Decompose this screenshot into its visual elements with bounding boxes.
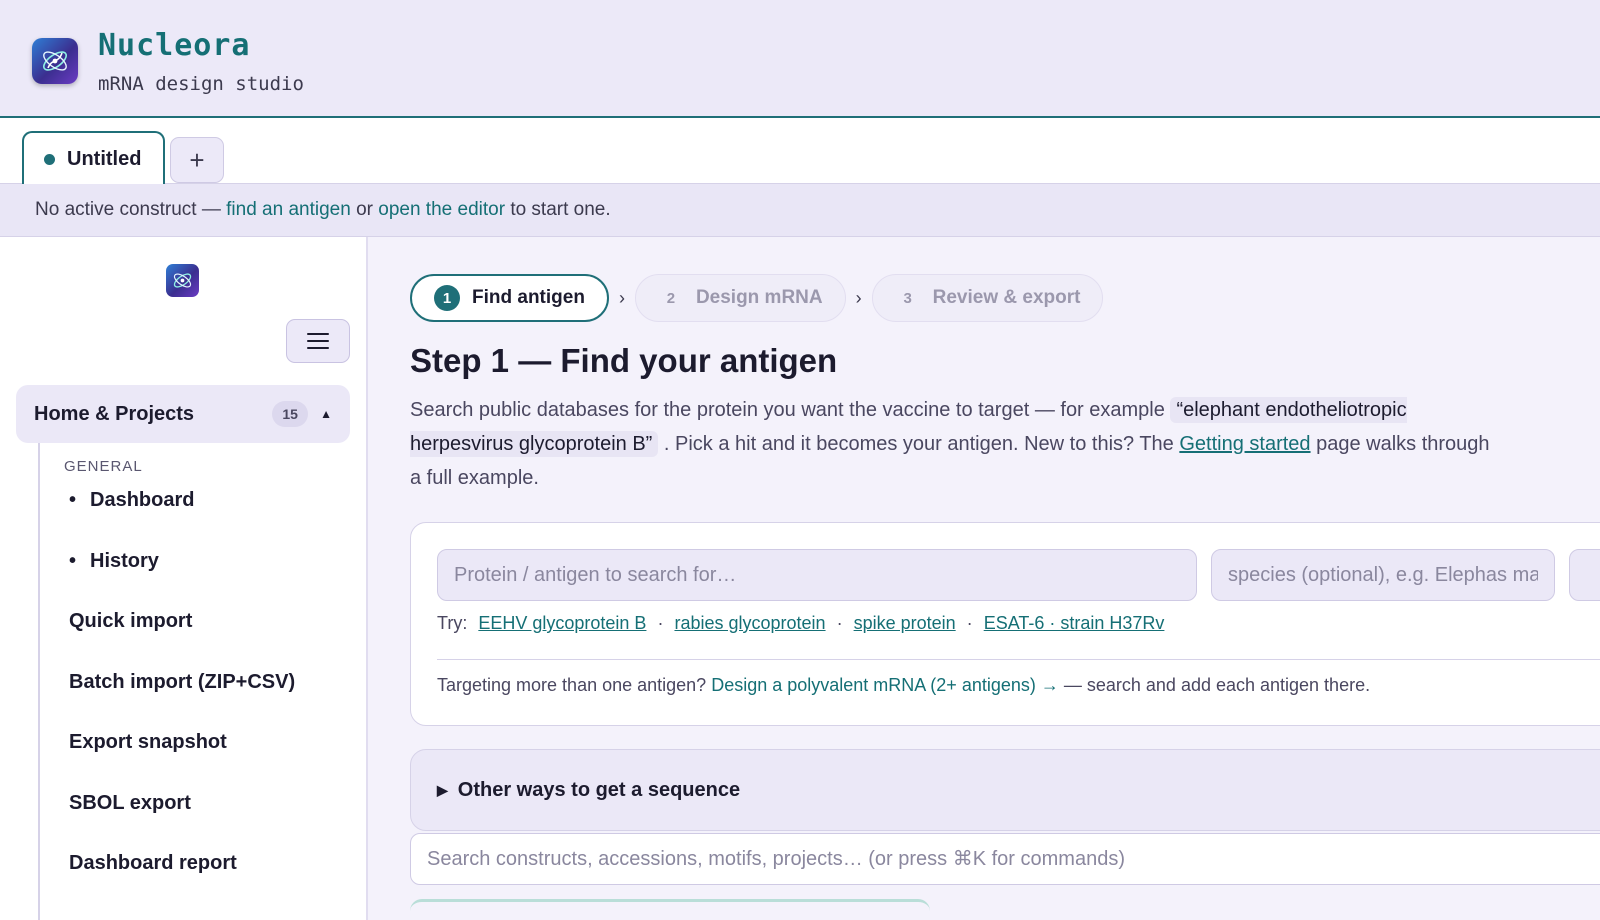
global-search-input[interactable]: [410, 833, 1600, 885]
menu-toggle-button[interactable]: [286, 319, 350, 363]
disclosure-triangle-icon: ▶: [437, 781, 448, 798]
getting-started-link[interactable]: Getting started: [1179, 433, 1310, 455]
sidebar-logo-icon[interactable]: [166, 264, 199, 297]
nav-group-label: GENERAL: [64, 458, 143, 475]
polyvalent-row: Targeting more than one antigen? Design …: [437, 675, 1370, 696]
suggestion-link[interactable]: rabies glycoprotein: [674, 613, 825, 633]
open-editor-link[interactable]: open the editor: [378, 199, 505, 221]
notice-bar: No active construct — find an antigen or…: [0, 184, 1600, 237]
intro-text: Search public databases for the protein …: [410, 393, 1500, 495]
sidebar-item-dashboard-report[interactable]: Dashboard report: [69, 852, 237, 875]
section-title: Home & Projects: [34, 402, 195, 425]
step-label: Review & export: [932, 287, 1081, 308]
app-tagline: mRNA design studio: [98, 73, 304, 95]
page-title: Step 1 — Find your antigen: [410, 342, 838, 379]
suggestion-separator: ·: [836, 613, 843, 633]
other-ways-label: Other ways to get a sequence: [457, 778, 741, 801]
step-design-mrna[interactable]: 2 Design mRNA: [634, 274, 846, 322]
step-number: 2: [666, 289, 676, 307]
unsaved-dot-icon: [44, 153, 55, 165]
step-number: 1: [434, 285, 460, 311]
sidebar-item-dashboard[interactable]: Dashboard: [69, 489, 194, 512]
intro-text-1: Search public databases for the protein …: [410, 399, 1171, 421]
poly-prefix: Targeting more than one antigen?: [437, 675, 712, 695]
step-separator-icon: ›: [618, 287, 625, 308]
protein-search-input[interactable]: [437, 549, 1197, 601]
find-antigen-link[interactable]: find an antigen: [226, 199, 351, 221]
step-number: 3: [903, 289, 912, 307]
sidebar-item-sbol-export[interactable]: SBOL export: [69, 792, 191, 815]
hamburger-icon: [307, 333, 329, 349]
sidebar-item-quick-import[interactable]: Quick import: [69, 610, 192, 633]
new-tab-button[interactable]: +: [170, 137, 224, 183]
polyvalent-link[interactable]: Design a polyvalent mRNA (2+ antigens) →: [711, 675, 1059, 695]
step-review-export[interactable]: 3 Review & export: [871, 274, 1104, 322]
search-submit-button[interactable]: [1569, 549, 1600, 601]
step-label: Find antigen: [472, 287, 585, 308]
sidebar: Home & Projects 15 ▲ GENERAL Dashboard H…: [0, 237, 368, 920]
main-content: 1 Find antigen › 2 Design mRNA › 3 Revie…: [370, 237, 1600, 920]
suggestion-link[interactable]: spike protein: [854, 613, 956, 633]
count-badge: 15: [272, 401, 309, 427]
tab-label: Untitled: [67, 147, 142, 170]
notice-suffix: to start one.: [510, 199, 611, 220]
species-input[interactable]: [1211, 549, 1555, 601]
suggestion-separator: ·: [657, 613, 664, 633]
poly-suffix: — search and add each antigen there.: [1058, 675, 1371, 695]
app-header: Nucleora mRNA design studio: [0, 0, 1600, 118]
sidebar-item-history[interactable]: History: [69, 550, 159, 573]
card-divider: [437, 659, 1600, 660]
step-separator-icon: ›: [855, 287, 862, 308]
try-label: Try:: [437, 613, 468, 633]
stepper: 1 Find antigen › 2 Design mRNA › 3 Revie…: [410, 273, 1104, 323]
sidebar-item-batch-import[interactable]: Batch import (ZIP+CSV): [69, 671, 295, 694]
section-home-projects[interactable]: Home & Projects 15 ▲: [16, 385, 350, 443]
step-find-antigen[interactable]: 1 Find antigen: [410, 274, 609, 322]
other-ways-disclosure[interactable]: ▶ Other ways to get a sequence: [410, 749, 1600, 831]
step-label: Design mRNA: [695, 287, 823, 308]
suggestion-link[interactable]: ESAT-6 · strain H37Rv: [984, 613, 1165, 633]
tab-untitled[interactable]: Untitled: [22, 131, 166, 185]
suggestion-link[interactable]: EEHV glycoprotein B: [478, 613, 646, 633]
next-panel-edge: [410, 899, 930, 920]
nav-tree-line: [38, 443, 40, 920]
suggestions-row: Try: EEHV glycoprotein B · rabies glycop…: [437, 613, 1170, 634]
app-logo-icon[interactable]: [32, 38, 78, 84]
intro-text-2: . Pick a hit and it becomes your antigen…: [658, 433, 1180, 455]
app-name: Nucleora: [98, 28, 251, 63]
notice-middle: or: [356, 199, 373, 220]
antigen-search-card: Try: EEHV glycoprotein B · rabies glycop…: [410, 522, 1600, 726]
suggestion-separator: ·: [966, 613, 973, 633]
chevron-up-icon: ▲: [320, 407, 332, 421]
tab-strip: Untitled +: [0, 118, 1600, 185]
sidebar-item-export-snapshot[interactable]: Export snapshot: [69, 731, 227, 754]
notice-prefix: No active construct —: [35, 199, 221, 220]
